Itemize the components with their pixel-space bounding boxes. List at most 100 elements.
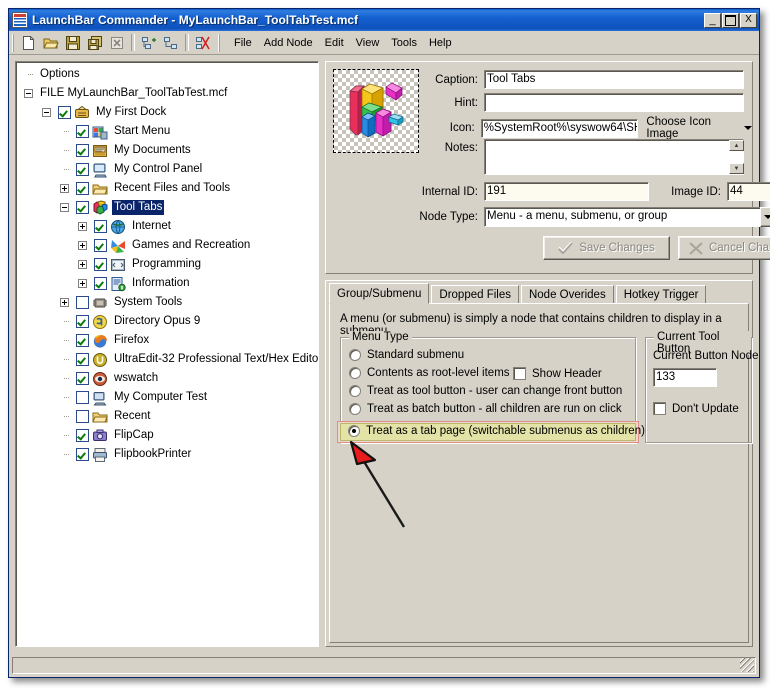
tree-expand-icon[interactable]	[78, 279, 87, 288]
tree-node[interactable]: Recent	[16, 407, 318, 426]
tree-collapse-icon[interactable]	[42, 108, 51, 117]
node-type-dropdown-arrow[interactable]	[760, 207, 770, 227]
tree-node[interactable]: Information	[16, 274, 318, 293]
tree-node[interactable]: Tool Tabs	[16, 198, 318, 217]
node-type-combobox[interactable]: Menu - a menu, submenu, or group	[484, 207, 760, 227]
tree-node[interactable]: My Documents	[16, 141, 318, 160]
cancel-changes-button[interactable]: Cancel Changes	[678, 236, 770, 260]
close-file-button[interactable]	[106, 33, 128, 53]
delete-node-button[interactable]	[192, 33, 214, 53]
tree-checkbox-checked[interactable]	[76, 201, 89, 214]
tree-checkbox-checked[interactable]	[76, 372, 89, 385]
tree-checkbox-unchecked[interactable]	[76, 391, 89, 404]
notes-scroll-up-button[interactable]: ▲	[729, 140, 744, 151]
tree-checkbox-checked[interactable]	[76, 448, 89, 461]
current-button-node-input[interactable]: 133	[653, 368, 717, 387]
tree-node[interactable]: My First Dock	[16, 103, 318, 122]
tree-expand-icon[interactable]	[78, 260, 87, 269]
menubar-grip[interactable]	[218, 33, 221, 52]
tree-checkbox-checked[interactable]	[76, 182, 89, 195]
tree-expand-icon[interactable]	[60, 298, 69, 307]
checkbox-dont-update[interactable]: Don't Update	[653, 402, 739, 415]
save-all-button[interactable]	[84, 33, 106, 53]
tree-expand-icon[interactable]	[78, 222, 87, 231]
tree-line	[60, 160, 69, 179]
caption-input[interactable]: Tool Tabs	[484, 70, 744, 89]
open-file-button[interactable]	[40, 33, 62, 53]
choose-icon-image-button[interactable]: Choose Icon Image	[646, 116, 752, 140]
radio-tool-button[interactable]: Treat as tool button - user can change f…	[349, 385, 622, 397]
add-node-button[interactable]	[138, 33, 160, 53]
image-id-input[interactable]: 44	[727, 182, 770, 201]
tree-checkbox-checked[interactable]	[94, 220, 107, 233]
tree-collapse-icon[interactable]	[60, 203, 69, 212]
tree-checkbox-checked[interactable]	[76, 334, 89, 347]
toolbar-grip[interactable]	[12, 33, 15, 52]
save-changes-button[interactable]: Save Changes	[543, 236, 670, 260]
resize-grip[interactable]	[740, 658, 754, 672]
new-file-button[interactable]	[18, 33, 40, 53]
icon-preview[interactable]	[333, 69, 419, 153]
tree-expand-icon[interactable]	[60, 184, 69, 193]
radio-contents-root-level[interactable]: Contents as root-level items	[349, 367, 510, 379]
tree-node[interactable]: My Computer Test	[16, 388, 318, 407]
ultraedit-icon	[92, 352, 108, 368]
tree-node[interactable]: My Control Panel	[16, 160, 318, 179]
minimize-button[interactable]: _	[704, 12, 721, 28]
tree-node[interactable]: Directory Opus 9	[16, 312, 318, 331]
radio-tab-page[interactable]: Treat as a tab page (switchable submenus…	[348, 425, 645, 437]
tree-expand-icon[interactable]	[78, 241, 87, 250]
radio-batch-button[interactable]: Treat as batch button - all children are…	[349, 403, 622, 415]
tree-checkbox-checked[interactable]	[94, 277, 107, 290]
tab-group-submenu[interactable]: Group/Submenu	[329, 283, 430, 304]
tree-checkbox-unchecked[interactable]	[76, 296, 89, 309]
menu-edit[interactable]: Edit	[319, 35, 350, 51]
tree-node[interactable]: Start Menu	[16, 122, 318, 141]
tree-node[interactable]: Programming	[16, 255, 318, 274]
internal-id-input[interactable]: 191	[484, 182, 649, 201]
tree-node[interactable]: Games and Recreation	[16, 236, 318, 255]
tab-dropped-files[interactable]: Dropped Files	[431, 285, 519, 304]
tree-checkbox-checked[interactable]	[76, 125, 89, 138]
notes-input[interactable]	[484, 139, 744, 175]
tree-checkbox-unchecked[interactable]	[76, 410, 89, 423]
tree-checkbox-checked[interactable]	[76, 144, 89, 157]
tree-node[interactable]: FILE MyLaunchBar_ToolTabTest.mcf	[16, 84, 318, 103]
checkbox-show-header[interactable]: Show Header	[513, 367, 602, 380]
tree-node[interactable]: FlipCap	[16, 426, 318, 445]
icon-path-input[interactable]: %SystemRoot%\syswow64\SHELL	[480, 118, 639, 138]
open-folder-icon	[43, 38, 59, 48]
tree-node[interactable]: Internet	[16, 217, 318, 236]
menu-view[interactable]: View	[350, 35, 386, 51]
tree-checkbox-checked[interactable]	[76, 315, 89, 328]
close-button[interactable]: X	[740, 12, 757, 28]
tree-node[interactable]: wswatch	[16, 369, 318, 388]
tree-node[interactable]: Recent Files and Tools	[16, 179, 318, 198]
menu-help[interactable]: Help	[423, 35, 458, 51]
menu-tools[interactable]: Tools	[385, 35, 423, 51]
notes-scroll-down-button[interactable]: ▼	[729, 163, 744, 174]
menu-view-label: View	[355, 36, 380, 49]
tree-node[interactable]: FlipbookPrinter	[16, 445, 318, 464]
tree-node[interactable]: Options	[16, 65, 318, 84]
maximize-button[interactable]	[722, 12, 739, 28]
node-tree-panel[interactable]: Options FILE MyLaunchBar_ToolTabTest.mcf M…	[15, 61, 319, 647]
menu-add-node[interactable]: Add Node	[258, 35, 319, 51]
tree-checkbox-checked[interactable]	[76, 163, 89, 176]
tab-node-overides[interactable]: Node Overides	[520, 285, 614, 304]
tree-node[interactable]: System Tools	[16, 293, 318, 312]
tree-checkbox-checked[interactable]	[94, 258, 107, 271]
tree-node[interactable]: Firefox	[16, 331, 318, 350]
tree-checkbox-checked[interactable]	[76, 353, 89, 366]
menu-file[interactable]: File	[228, 35, 258, 51]
tree-collapse-icon[interactable]	[24, 89, 33, 98]
radio-standard-submenu[interactable]: Standard submenu	[349, 349, 464, 361]
tree-checkbox-checked[interactable]	[58, 106, 71, 119]
tree-node[interactable]: UltraEdit-32 Professional Text/Hex Edito…	[16, 350, 318, 369]
add-child-node-button[interactable]	[160, 33, 182, 53]
tab-hotkey-trigger[interactable]: Hotkey Trigger	[615, 285, 707, 304]
hint-input[interactable]	[484, 93, 744, 112]
save-file-button[interactable]	[62, 33, 84, 53]
tree-checkbox-checked[interactable]	[94, 239, 107, 252]
tree-checkbox-checked[interactable]	[76, 429, 89, 442]
